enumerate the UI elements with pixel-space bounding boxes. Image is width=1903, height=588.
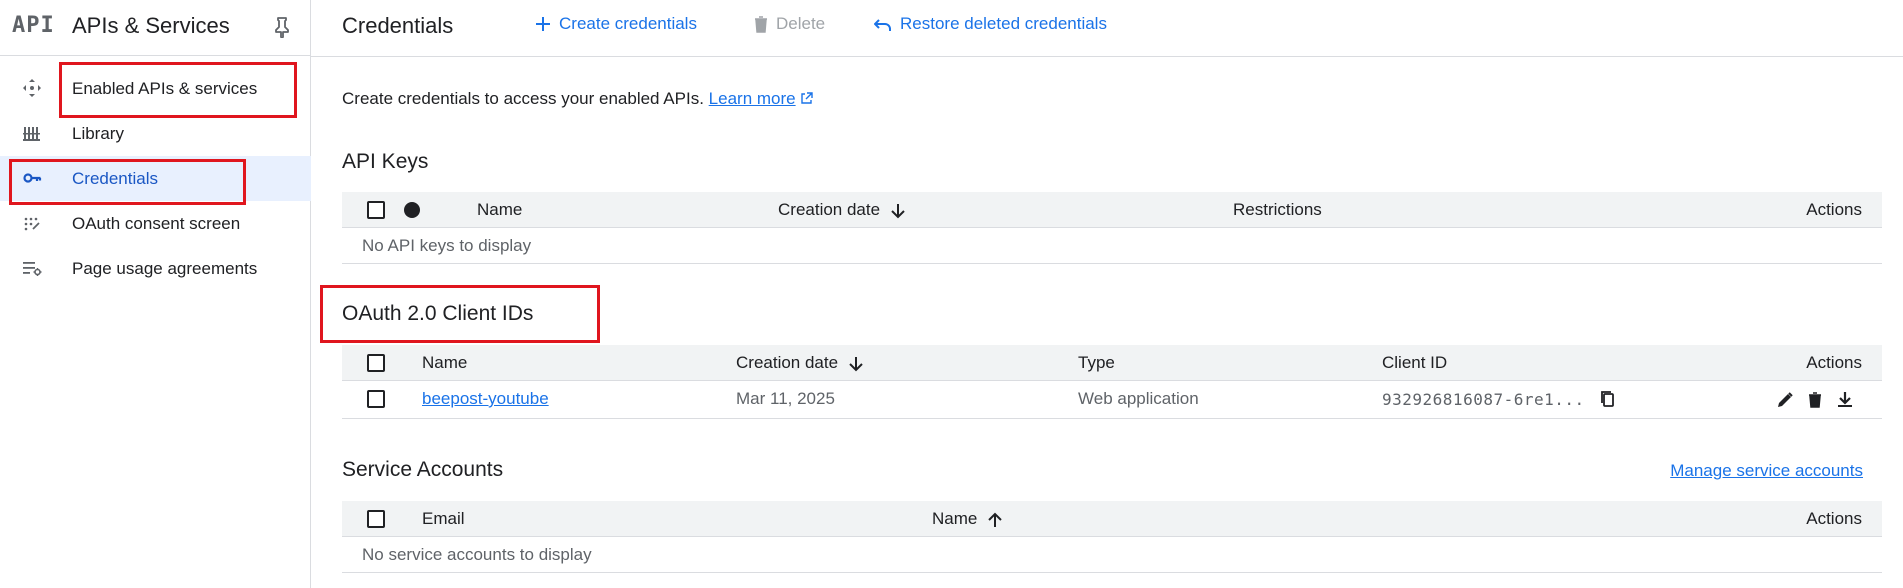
api-keys-header: Name Creation date Restrictions Actions [342,192,1882,228]
enabled-apis-icon [23,79,41,97]
select-all-checkbox[interactable] [367,510,385,528]
oauth-consent-icon [24,217,40,231]
download-icon[interactable] [1835,390,1855,410]
sidebar-item-library[interactable]: Library [0,111,311,156]
plus-icon [536,17,550,31]
api-keys-title: API Keys [342,150,429,173]
arrow-down-icon [849,356,863,371]
service-accounts-header: Email Name Actions [342,501,1882,537]
col-type: Type [1078,353,1115,372]
service-accounts-empty-row: No service accounts to display [342,537,1882,573]
intro-text: Create credentials to access your enable… [342,89,814,109]
col-name: Name [422,353,468,372]
trash-icon[interactable] [1805,390,1825,410]
create-credentials-label: Create credentials [559,14,697,33]
col-name[interactable]: Name [932,509,1002,529]
col-restrictions: Restrictions [1233,200,1322,219]
edit-icon[interactable] [1775,390,1795,410]
restore-deleted-button[interactable]: Restore deleted credentials [874,14,1107,34]
create-credentials-button[interactable]: Create credentials [535,14,697,34]
manage-service-accounts-link[interactable]: Manage service accounts [1670,461,1863,481]
table-row: beepost-youtube Mar 11, 2025 Web applica… [342,381,1882,419]
creation-date: Mar 11, 2025 [736,389,835,408]
empty-message: No API keys to display [362,236,532,255]
select-all-checkbox[interactable] [367,201,385,219]
arrow-up-icon [988,512,1002,527]
external-link-icon [801,92,814,104]
sidebar-item-label: Credentials [72,169,158,188]
intro-message: Create credentials to access your enable… [342,89,704,108]
sidebar-item-page-usage[interactable]: Page usage agreements [0,246,311,291]
toolbar: Credentials Create credentials Delete Re… [311,0,1903,57]
client-id: 932926816087-6re1... [1382,390,1585,409]
key-icon [23,173,42,183]
col-client-id: Client ID [1382,353,1448,372]
sidebar-item-label: Page usage agreements [72,259,258,278]
col-name: Name [477,200,523,219]
col-actions: Actions [1806,353,1862,372]
api-logo: API [12,13,55,38]
sidebar-item-credentials[interactable]: Credentials [0,156,311,201]
trash-icon [755,15,767,33]
sidebar-item-label: Enabled APIs & services [72,79,258,98]
sidebar-title: APIs & Services [72,13,230,38]
status-dot-icon [404,202,420,218]
sidebar-item-oauth-consent[interactable]: OAuth consent screen [0,201,311,246]
client-type: Web application [1078,389,1199,408]
sidebar-header: API APIs & Services [0,0,311,56]
sidebar-item-label: Library [72,124,124,143]
copy-icon[interactable] [1599,390,1617,408]
service-accounts-title: Service Accounts [342,458,504,481]
empty-message: No service accounts to display [362,545,592,564]
client-name-link[interactable]: beepost-youtube [422,389,549,409]
col-creation-date-label: Creation date [778,200,881,219]
col-actions: Actions [1806,509,1862,528]
delete-label: Delete [776,14,826,33]
col-name-label: Name [932,509,978,528]
delete-button[interactable]: Delete [754,14,825,34]
arrow-down-icon [891,203,905,218]
sidebar-item-label: OAuth consent screen [72,214,241,233]
select-all-checkbox[interactable] [367,354,385,372]
undo-icon [874,19,891,31]
sidebar: API APIs & Services Enabled APIs & servi… [0,0,311,588]
sidebar-item-enabled-apis[interactable]: Enabled APIs & services [0,66,311,111]
library-icon [23,127,40,141]
col-creation-date-label: Creation date [736,353,839,372]
row-checkbox[interactable] [367,390,385,408]
learn-more-link[interactable]: Learn more [709,89,796,108]
restore-deleted-label: Restore deleted credentials [900,14,1107,33]
col-creation-date[interactable]: Creation date [778,200,905,220]
api-keys-empty-row: No API keys to display [342,228,1882,264]
pin-icon[interactable] [272,16,292,38]
col-email: Email [422,509,465,528]
oauth-header: Name Creation date Type Client ID Action… [342,345,1882,381]
col-creation-date[interactable]: Creation date [736,353,863,373]
page-title: Credentials [342,13,454,38]
page-usage-icon [23,262,42,276]
col-actions: Actions [1806,200,1862,219]
oauth-title: OAuth 2.0 Client IDs [342,302,534,325]
